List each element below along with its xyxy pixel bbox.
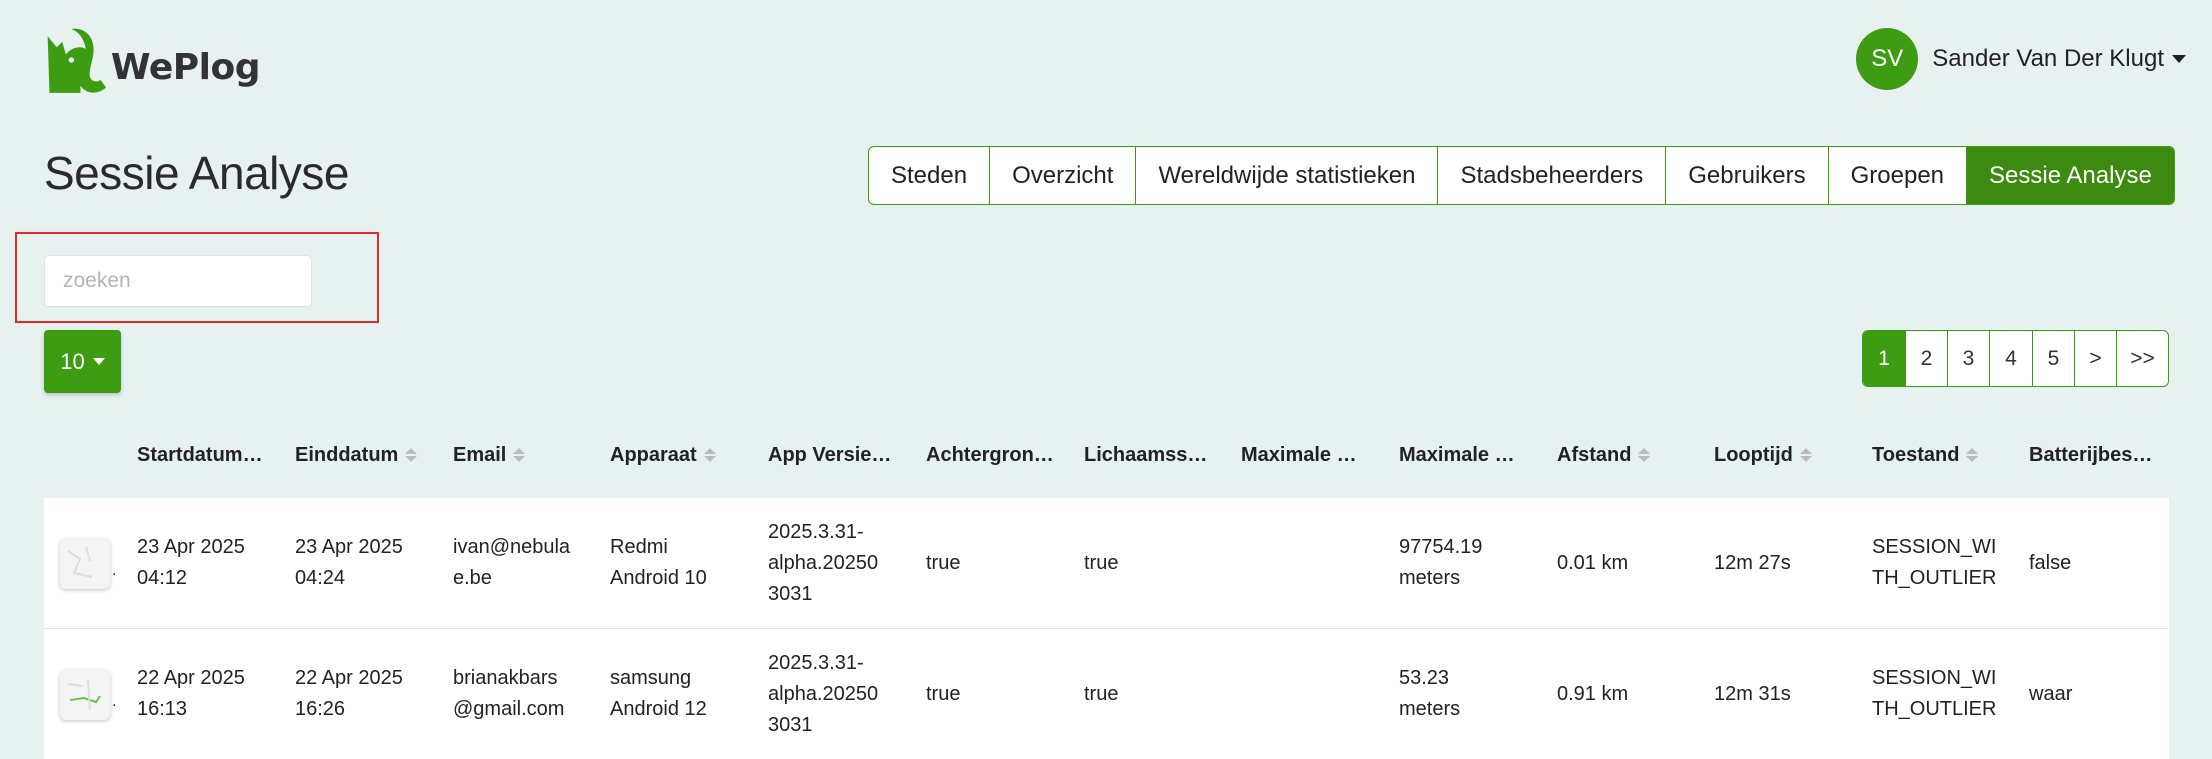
chevron-down-icon (92, 358, 105, 365)
table-row[interactable]: . 23 Apr 2025 04:12 23 Apr 2025 04:24 ivan… (44, 498, 2169, 629)
column-label: Looptijd (1714, 443, 1793, 466)
cell-maximale-2: 97754.19 meters (1399, 536, 1483, 589)
cell-apparaat: Redmi Android 10 (610, 536, 707, 589)
column-header-app-versie[interactable]: App Versie… (768, 430, 891, 480)
map-route-icon (67, 679, 101, 711)
column-header-afstand[interactable]: Afstand (1557, 430, 1651, 480)
page-button-2[interactable]: 2 (1906, 331, 1948, 386)
column-label: Toestand (1872, 443, 1960, 466)
sort-icon (1799, 448, 1812, 462)
cell-maximale-2: 53.23 meters (1399, 667, 1461, 720)
cell-achtergrond: true (926, 682, 961, 705)
chevron-down-icon (2172, 55, 2186, 63)
sort-icon (703, 448, 716, 462)
column-label: Afstand (1557, 443, 1632, 466)
map-route-icon (67, 546, 93, 578)
cell-startdatum: 22 Apr 2025 16:13 (137, 667, 245, 720)
cell-lichaamsschakelaar: true (1084, 551, 1119, 574)
column-label: Apparaat (610, 443, 697, 466)
column-header-email[interactable]: Email (453, 430, 526, 480)
pagination: 1 2 3 4 5 > >> (1862, 330, 2169, 387)
column-label: Email (453, 443, 507, 466)
tab-sessie-analyse[interactable]: Sessie Analyse (1967, 147, 2174, 204)
column-header-startdatum[interactable]: Startdatum… (137, 430, 263, 480)
ellipsis-icon: . (112, 562, 117, 579)
cell-lichaamsschakelaar: true (1084, 682, 1119, 705)
column-header-maximale-2[interactable]: Maximale … (1399, 430, 1515, 480)
cell-app-versie: 2025.3.31- alpha.20250 3031 (768, 520, 879, 605)
column-header-apparaat[interactable]: Apparaat (610, 430, 716, 480)
column-label: Maximale … (1399, 443, 1515, 466)
next-page-button[interactable]: > (2075, 331, 2117, 386)
cell-looptijd: 12m 27s (1714, 551, 1791, 574)
column-header-maximale-1[interactable]: Maximale … (1241, 430, 1357, 480)
ellipsis-icon: . (112, 693, 117, 710)
column-header-einddatum[interactable]: Einddatum (295, 430, 418, 480)
cell-toestand: SESSION_WI TH_OUTLIER (1872, 667, 1997, 720)
cell-email: brianakbars @gmail.com (453, 667, 565, 720)
page-button-1[interactable]: 1 (1863, 331, 1906, 386)
table-row[interactable]: . 22 Apr 2025 16:13 22 Apr 2025 16:26 bria… (44, 629, 2169, 759)
weplog-logo[interactable]: WePlog (44, 20, 261, 100)
cell-apparaat: samsung Android 12 (610, 667, 707, 720)
column-label: App Versie… (768, 443, 892, 466)
avatar: SV (1856, 28, 1919, 90)
tab-gebruikers[interactable]: Gebruikers (1666, 147, 1829, 204)
sort-icon (1966, 448, 1979, 462)
column-header-toestand[interactable]: Toestand (1872, 430, 1979, 480)
cell-afstand: 0.01 km (1557, 551, 1629, 574)
search-input[interactable] (44, 255, 312, 307)
column-header-batterijbesparing[interactable]: Batterijbes… (2029, 430, 2152, 480)
cell-afstand: 0.91 km (1557, 682, 1629, 705)
table-header: Startdatum… Einddatum Email Apparaat App… (44, 430, 2169, 480)
column-label: Maximale … (1241, 443, 1357, 466)
page-button-4[interactable]: 4 (1990, 331, 2033, 386)
cell-batterijbesparing: waar (2029, 682, 2073, 705)
cell-startdatum: 23 Apr 2025 04:12 (137, 536, 245, 589)
sort-icon (513, 448, 526, 462)
last-page-button[interactable]: >> (2117, 331, 2168, 386)
tab-overzicht[interactable]: Overzicht (990, 147, 1137, 204)
logo-wordmark: WePlog (110, 46, 261, 88)
sort-icon (405, 448, 418, 462)
page-size-dropdown[interactable]: 10 (44, 330, 121, 393)
page-button-5[interactable]: 5 (2033, 331, 2075, 386)
route-thumbnail[interactable] (60, 539, 110, 589)
column-label: Startdatum… (137, 443, 263, 466)
cell-einddatum: 22 Apr 2025 16:26 (295, 667, 403, 720)
cell-batterijbesparing: false (2029, 551, 2072, 574)
page-button-3[interactable]: 3 (1948, 331, 1990, 386)
cell-app-versie: 2025.3.31- alpha.20250 3031 (768, 651, 879, 736)
page-size-value: 10 (60, 348, 85, 374)
tab-groepen[interactable]: Groepen (1829, 147, 1968, 204)
column-header-achtergrond[interactable]: Achtergron… (926, 430, 1054, 480)
cell-email: ivan@nebula e.be (453, 536, 571, 589)
sort-icon (1638, 448, 1651, 462)
cell-achtergrond: true (926, 551, 961, 574)
column-label: Achtergron… (926, 443, 1054, 466)
cell-einddatum: 23 Apr 2025 04:24 (295, 536, 403, 589)
column-header-lichaamsschakelaar[interactable]: Lichaamss… (1084, 430, 1207, 480)
column-header-looptijd[interactable]: Looptijd (1714, 430, 1812, 480)
page-title: Sessie Analyse (44, 147, 349, 199)
user-name: Sander Van Der Klugt (1932, 45, 2164, 72)
tab-wereldwijde-statistieken[interactable]: Wereldwijde statistieken (1136, 147, 1439, 204)
column-label: Einddatum (295, 443, 399, 466)
nav-tabs: Steden Overzicht Wereldwijde statistieke… (868, 146, 2175, 205)
route-thumbnail[interactable] (60, 670, 110, 720)
column-label: Lichaamss… (1084, 443, 1208, 466)
tab-steden[interactable]: Steden (869, 147, 991, 204)
cell-looptijd: 12m 31s (1714, 682, 1791, 705)
tab-stadsbeheerders[interactable]: Stadsbeheerders (1438, 147, 1667, 204)
table-body: . 23 Apr 2025 04:12 23 Apr 2025 04:24 ivan… (44, 498, 2169, 759)
squirrel-logo-icon (47, 28, 106, 93)
cell-toestand: SESSION_WI TH_OUTLIER (1872, 536, 1997, 589)
column-label: Batterijbes… (2029, 443, 2153, 466)
user-menu[interactable]: SV Sander Van Der Klugt (1856, 28, 2186, 90)
